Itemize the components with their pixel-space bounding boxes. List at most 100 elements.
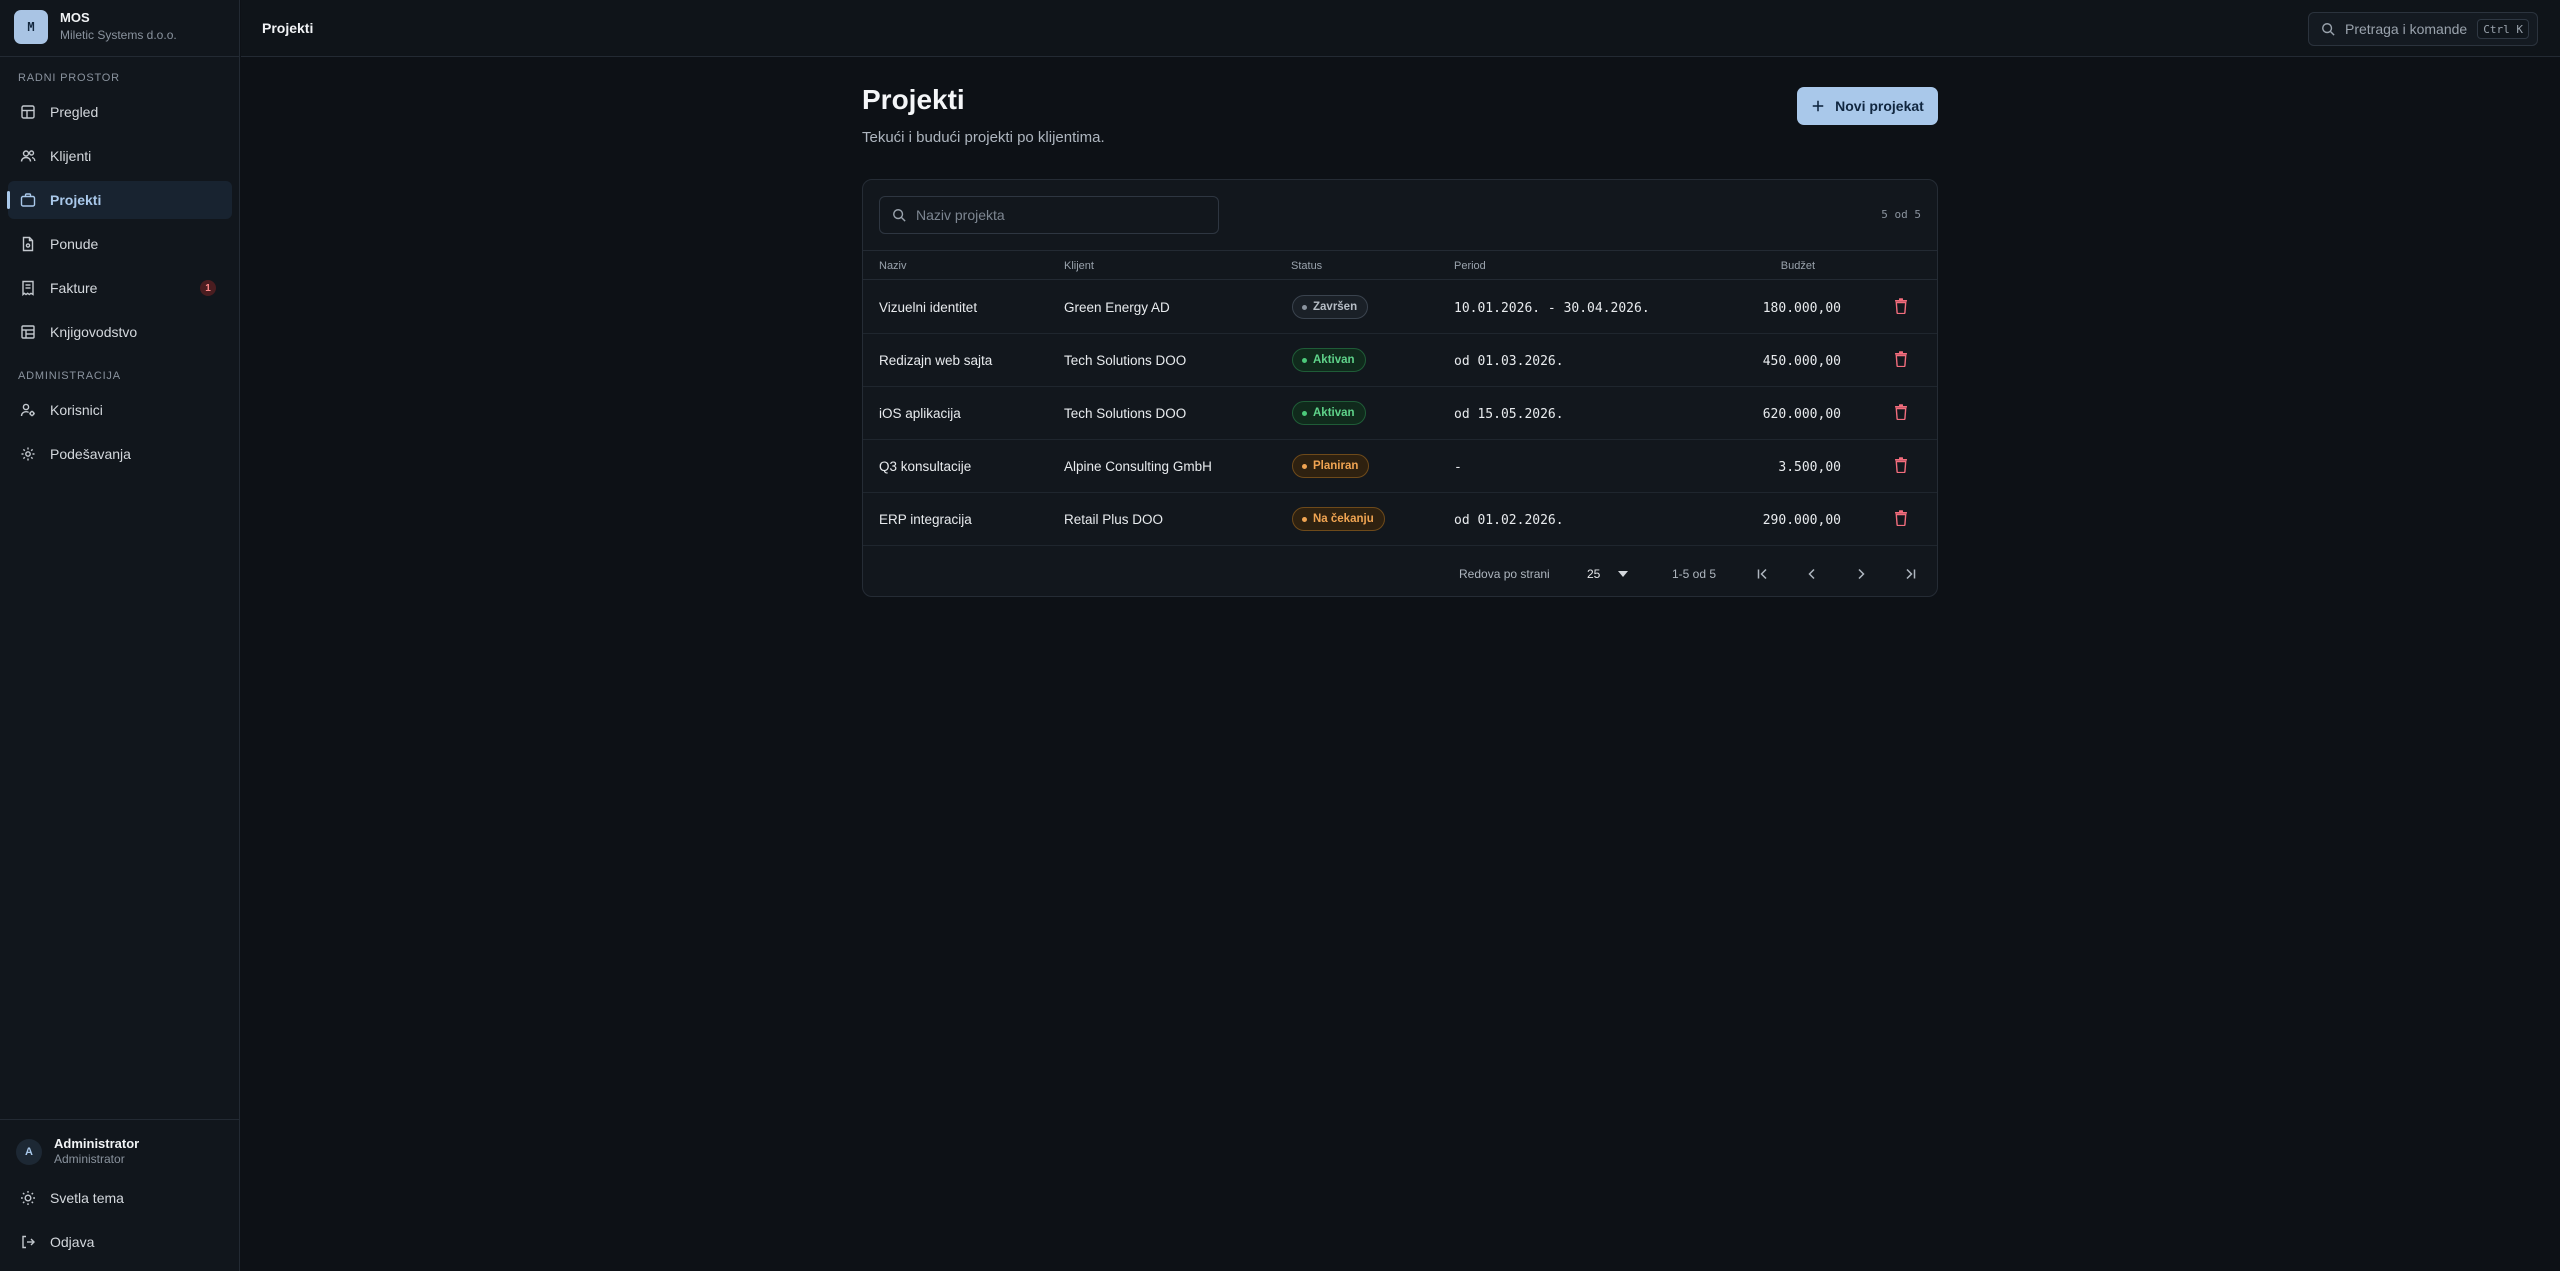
client-name: Retail Plus DOO: [1064, 512, 1164, 527]
page-subtitle: Tekući i budući projekti po klijentima.: [862, 129, 1105, 146]
column-header-client[interactable]: Klijent: [1064, 260, 1094, 272]
page-range: 1-5 od 5: [1672, 567, 1717, 581]
budget: 3.500,00: [1778, 460, 1841, 475]
delete-icon[interactable]: [1894, 457, 1912, 475]
status-label: Aktivan: [1313, 407, 1355, 419]
gear-icon: [20, 446, 36, 462]
status-badge: Završen: [1292, 295, 1369, 319]
project-name: Q3 konsultacije: [879, 459, 972, 474]
chevron-right-icon: [1858, 568, 1865, 580]
sidebar: M MOS Miletic Systems d.o.o. RADNI PROST…: [0, 0, 240, 1271]
table-row[interactable]: iOS aplikacija Tech Solutions DOO Aktiva…: [863, 387, 1937, 440]
ledger-icon: [20, 324, 36, 340]
rows-per-page-select[interactable]: 25: [1587, 560, 1647, 588]
document-icon: [20, 236, 36, 252]
project-search[interactable]: [879, 196, 1219, 234]
sidebar-item-label: Knjigovodstvo: [50, 324, 138, 340]
status-dot: [1302, 410, 1307, 416]
user-name: Administrator: [54, 1136, 140, 1151]
brand-name: MOS: [60, 10, 90, 25]
project-name: Vizuelni identitet: [879, 300, 978, 315]
rows-per-page-value: 25: [1587, 567, 1601, 581]
status-badge: Na čekanju: [1292, 507, 1385, 531]
first-page-icon: [1757, 568, 1767, 580]
divider: [0, 56, 240, 57]
status-dot: [1302, 516, 1307, 522]
sidebar-item-ponude[interactable]: Ponude: [8, 225, 232, 263]
client-name: Tech Solutions DOO: [1064, 406, 1187, 421]
theme-toggle-button[interactable]: Svetla tema: [8, 1179, 232, 1217]
column-header-period[interactable]: Period: [1454, 260, 1486, 272]
last-page-button[interactable]: [1898, 562, 1922, 586]
sidebar-item-klijenti[interactable]: Klijenti: [8, 137, 232, 175]
section-label-workspace: RADNI PROSTOR: [18, 72, 120, 84]
theme-toggle-label: Svetla tema: [50, 1190, 124, 1206]
table-row[interactable]: Vizuelni identitet Green Energy AD Završ…: [863, 281, 1937, 334]
sidebar-item-label: Ponude: [50, 236, 99, 252]
sidebar-item-fakture[interactable]: Fakture 1: [8, 269, 232, 307]
chevron-left-icon: [1808, 568, 1815, 580]
status-dot: [1302, 463, 1307, 469]
previous-page-button[interactable]: [1800, 562, 1824, 586]
command-search-placeholder: Pretraga i komande: [2345, 21, 2468, 37]
status-badge: Planiran: [1292, 454, 1370, 478]
receipt-icon: [20, 280, 36, 296]
budget: 290.000,00: [1762, 513, 1841, 528]
user-profile[interactable]: A Administrator Administrator: [16, 1136, 139, 1167]
new-project-label: Novi projekat: [1835, 98, 1924, 114]
first-page-button[interactable]: [1751, 562, 1775, 586]
status-dot: [1302, 357, 1307, 363]
client-name: Green Energy AD: [1064, 300, 1170, 315]
search-icon: [2321, 22, 2335, 36]
page-title: Projekti: [862, 84, 965, 115]
status-label: Završen: [1313, 301, 1358, 313]
last-page-icon: [1906, 568, 1916, 580]
delete-icon[interactable]: [1894, 404, 1912, 422]
users-icon: [20, 148, 36, 164]
dashboard-icon: [20, 104, 36, 120]
delete-icon[interactable]: [1894, 351, 1912, 369]
client-name: Tech Solutions DOO: [1064, 353, 1187, 368]
period: od 01.02.2026.: [1454, 513, 1564, 528]
divider: [0, 1119, 240, 1120]
column-header-budget[interactable]: Budžet: [1781, 260, 1815, 272]
table-row[interactable]: Q3 konsultacije Alpine Consulting GmbH P…: [863, 440, 1937, 493]
pagination: Redova po strani 25 1-5 od 5: [863, 550, 1937, 596]
column-header-name[interactable]: Naziv: [879, 260, 907, 272]
project-name: iOS aplikacija: [879, 406, 961, 421]
result-count: 5 od 5: [1881, 208, 1921, 221]
project-name: ERP integracija: [879, 512, 972, 527]
sidebar-item-pregled[interactable]: Pregled: [8, 93, 232, 131]
table-row[interactable]: Redizajn web sajta Tech Solutions DOO Ak…: [863, 334, 1937, 387]
column-header-status[interactable]: Status: [1291, 260, 1322, 272]
period: 10.01.2026. - 30.04.2026.: [1454, 301, 1650, 316]
delete-icon[interactable]: [1894, 510, 1912, 528]
next-page-button[interactable]: [1849, 562, 1873, 586]
rows-per-page-label: Redova po strani: [1459, 567, 1550, 581]
plus-icon: [1811, 99, 1825, 113]
project-search-input[interactable]: [916, 207, 1206, 223]
search-icon: [892, 208, 906, 222]
command-search[interactable]: Pretraga i komande Ctrl K: [2308, 12, 2538, 46]
logout-button[interactable]: Odjava: [8, 1223, 232, 1261]
sidebar-item-knjigovodstvo[interactable]: Knjigovodstvo: [8, 313, 232, 351]
section-label-admin: ADMINISTRACIJA: [18, 370, 121, 382]
budget: 180.000,00: [1762, 301, 1841, 316]
sidebar-item-podesavanja[interactable]: Podešavanja: [8, 435, 232, 473]
period: od 15.05.2026.: [1454, 407, 1564, 422]
brand[interactable]: M MOS Miletic Systems d.o.o.: [14, 10, 177, 44]
budget: 450.000,00: [1762, 354, 1841, 369]
delete-icon[interactable]: [1894, 298, 1912, 316]
sidebar-item-label: Podešavanja: [50, 446, 131, 462]
sidebar-item-korisnici[interactable]: Korisnici: [8, 391, 232, 429]
sidebar-item-projekti[interactable]: Projekti: [7, 181, 232, 219]
sidebar-item-label: Fakture: [50, 280, 98, 296]
brand-logo: M: [14, 10, 48, 44]
logout-label: Odjava: [50, 1234, 95, 1250]
brand-company: Miletic Systems d.o.o.: [60, 28, 177, 42]
briefcase-icon: [20, 192, 36, 208]
status-badge: Aktivan: [1292, 348, 1366, 372]
table-row[interactable]: ERP integracija Retail Plus DOO Na čekan…: [863, 493, 1937, 546]
sidebar-item-label: Pregled: [50, 104, 99, 120]
new-project-button[interactable]: Novi projekat: [1797, 87, 1938, 125]
